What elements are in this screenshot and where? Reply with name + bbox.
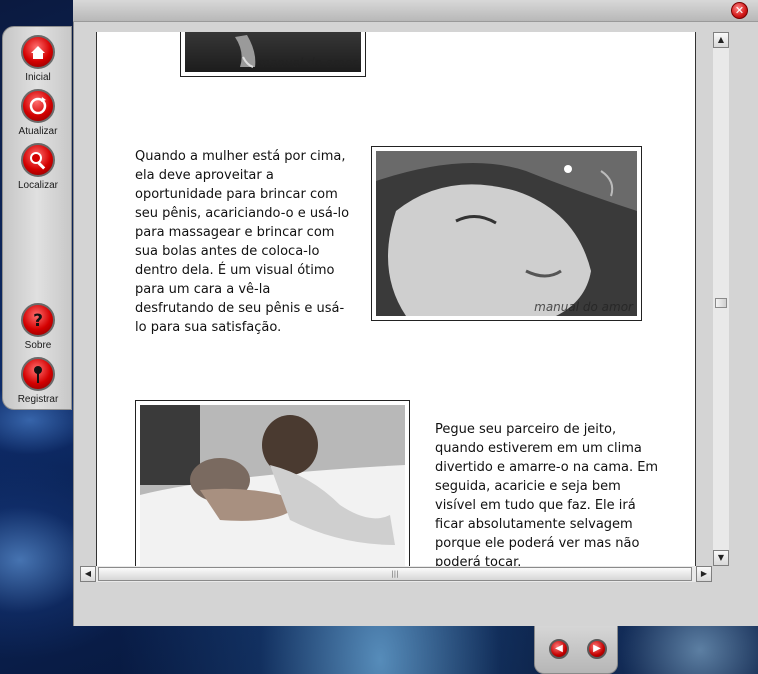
refresh-icon xyxy=(21,89,55,123)
sidebar: Inicial Atualizar Localizar ? Sobre Regi… xyxy=(2,26,72,410)
arrow-right-icon[interactable]: ▶ xyxy=(587,639,607,659)
sidebar-item-localizar[interactable]: Localizar xyxy=(3,143,73,191)
home-icon xyxy=(21,35,55,69)
sidebar-item-atualizar[interactable]: Atualizar xyxy=(3,89,73,137)
scroll-down-button[interactable]: ▼ xyxy=(713,550,729,566)
vertical-scroll-thumb[interactable] xyxy=(715,298,727,308)
scroll-right-button[interactable]: ▶ xyxy=(696,566,712,582)
photo-top: manual do amor xyxy=(180,32,366,77)
sidebar-item-sobre[interactable]: ? Sobre xyxy=(3,303,73,351)
page-navigation: ◀ ▶ xyxy=(534,626,618,674)
paragraph-2: Pegue seu parceiro de jeito, quando esti… xyxy=(435,422,659,566)
sidebar-item-registrar[interactable]: Registrar xyxy=(3,357,73,405)
photo-face: manual do amor xyxy=(371,146,642,321)
horizontal-scrollbar[interactable]: ◀ ||| ▶ xyxy=(80,566,712,582)
search-icon xyxy=(21,143,55,177)
close-icon[interactable]: ✕ xyxy=(731,2,748,19)
vertical-scrollbar[interactable]: ▲ ▼ xyxy=(713,32,729,566)
arrow-left-icon[interactable]: ◀ xyxy=(549,639,569,659)
sidebar-item-label: Inicial xyxy=(25,72,51,83)
sidebar-item-label: Registrar xyxy=(17,394,59,405)
sidebar-item-label: Localizar xyxy=(17,180,59,191)
sidebar-item-inicial[interactable]: Inicial xyxy=(3,35,73,83)
sidebar-item-label: Sobre xyxy=(24,340,52,351)
sidebar-item-label: Atualizar xyxy=(18,126,58,137)
pin-icon xyxy=(21,357,55,391)
scroll-left-button[interactable]: ◀ xyxy=(80,566,96,582)
photo-couple xyxy=(135,400,410,566)
help-icon: ? xyxy=(21,303,55,337)
svg-text:?: ? xyxy=(33,311,43,331)
watermark-text: manual do amor xyxy=(534,300,633,314)
horizontal-scroll-thumb[interactable]: ||| xyxy=(98,567,692,581)
watermark-text: manual do amor xyxy=(258,56,357,70)
scroll-up-button[interactable]: ▲ xyxy=(713,32,729,48)
title-bar: ✕ xyxy=(73,0,758,22)
paragraph-1: Quando a mulher está por cima, ela deve … xyxy=(135,149,350,335)
content-page: manual do amor Quando a mulher está por … xyxy=(96,32,696,566)
main-window: manual do amor Quando a mulher está por … xyxy=(73,22,758,626)
